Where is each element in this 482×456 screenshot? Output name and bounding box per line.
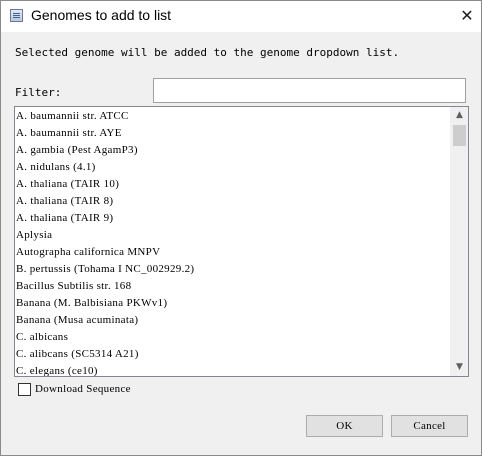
description-text: Selected genome will be added to the gen… bbox=[15, 46, 400, 59]
ok-button[interactable]: OK bbox=[306, 415, 383, 437]
genome-list[interactable]: A. baumannii str. ATCC A. baumannii str. … bbox=[14, 106, 469, 377]
download-sequence-label: Download Sequence bbox=[35, 383, 131, 395]
scroll-down-icon[interactable]: ▼ bbox=[451, 359, 468, 376]
filter-input[interactable] bbox=[153, 78, 466, 103]
dialog-title: Genomes to add to list bbox=[31, 7, 172, 23]
app-window-icon bbox=[10, 9, 23, 22]
list-item[interactable]: Banana (Musa acuminata) bbox=[16, 312, 451, 329]
list-item[interactable]: C. elegans (ce10) bbox=[16, 363, 451, 376]
list-item[interactable]: Autographa californica MNPV bbox=[16, 244, 451, 261]
list-item[interactable]: C. alibcans (SC5314 A21) bbox=[16, 346, 451, 363]
cancel-button[interactable]: Cancel bbox=[391, 415, 468, 437]
list-item[interactable]: A. baumannii str. AYE bbox=[16, 125, 451, 142]
list-item[interactable]: A. gambia (Pest AgamP3) bbox=[16, 142, 451, 159]
scrollbar-thumb[interactable] bbox=[453, 125, 466, 146]
list-item[interactable]: A. thaliana (TAIR 9) bbox=[16, 210, 451, 227]
scroll-up-icon[interactable]: ▲ bbox=[451, 107, 468, 124]
title-bar[interactable]: Genomes to add to list ✕ bbox=[1, 1, 481, 32]
filter-label: Filter: bbox=[15, 86, 62, 99]
list-item[interactable]: Bacillus Subtilis str. 168 bbox=[16, 278, 451, 295]
list-item[interactable]: A. nidulans (4.1) bbox=[16, 159, 451, 176]
list-item[interactable]: Banana (M. Balbisiana PKWv1) bbox=[16, 295, 451, 312]
list-item[interactable]: A. thaliana (TAIR 8) bbox=[16, 193, 451, 210]
list-item[interactable]: Aplysia bbox=[16, 227, 451, 244]
list-item[interactable]: A. baumannii str. ATCC bbox=[16, 108, 451, 125]
list-item[interactable]: B. pertussis (Tohama I NC_002929.2) bbox=[16, 261, 451, 278]
close-icon[interactable]: ✕ bbox=[452, 1, 482, 31]
list-scrollbar[interactable]: ▲ ▼ bbox=[450, 107, 468, 376]
genome-list-items: A. baumannii str. ATCC A. baumannii str. … bbox=[16, 108, 451, 376]
list-item[interactable]: C. albicans bbox=[16, 329, 451, 346]
dialog-window: Genomes to add to list ✕ Selected genome… bbox=[0, 0, 482, 456]
list-item[interactable]: A. thaliana (TAIR 10) bbox=[16, 176, 451, 193]
download-sequence-checkbox[interactable] bbox=[18, 383, 31, 396]
